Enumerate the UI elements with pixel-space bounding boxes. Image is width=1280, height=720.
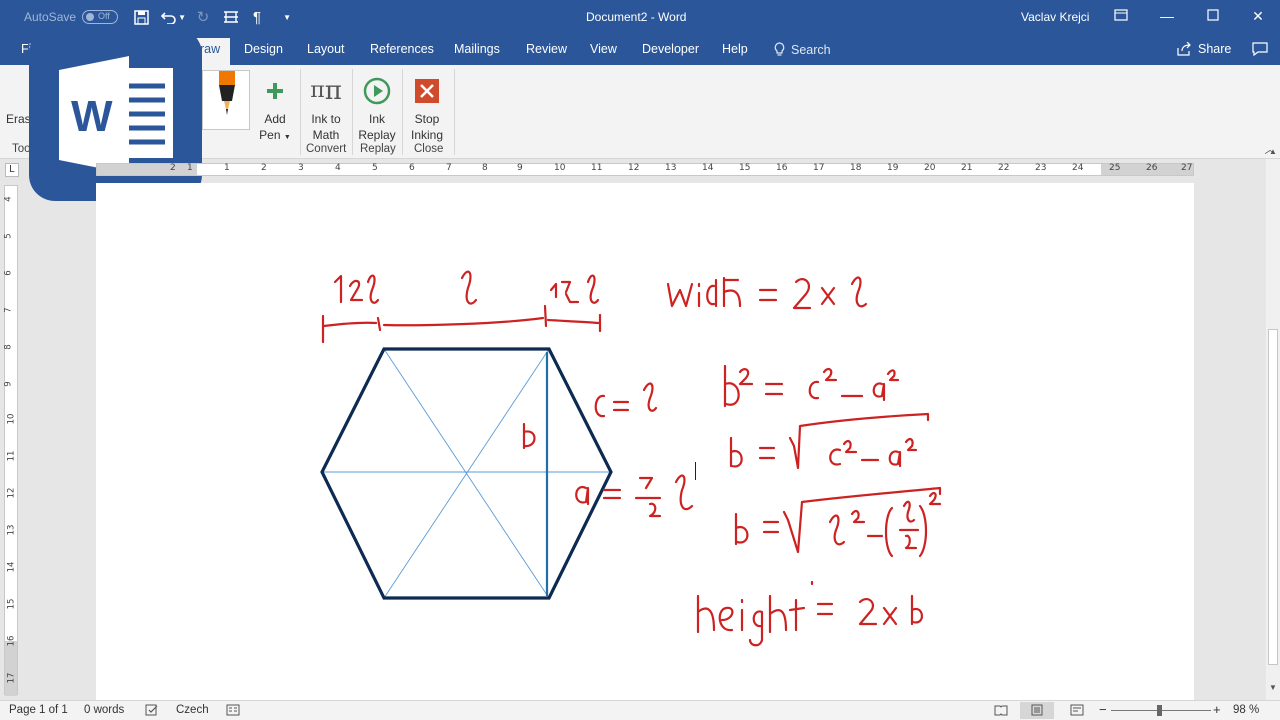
width-dimension-ink (321, 270, 602, 344)
scrollbar-thumb[interactable] (1268, 329, 1278, 665)
pythagoras-ink (723, 364, 900, 408)
hexagon-shape (320, 347, 613, 600)
ink-drawing[interactable] (0, 0, 1280, 720)
b-label-ink (522, 422, 536, 450)
width-formula-ink (666, 276, 868, 310)
zoom-out-icon[interactable]: − (1099, 702, 1107, 717)
b-final-formula-ink (734, 486, 942, 558)
height-formula-ink (696, 580, 923, 647)
c-equals-l-ink (594, 382, 658, 418)
word-count[interactable]: 0 words (84, 704, 124, 716)
page-count[interactable]: Page 1 of 1 (9, 704, 68, 716)
scroll-down-icon[interactable]: ▼ (1269, 683, 1277, 692)
zoom-slider-thumb[interactable] (1157, 705, 1162, 716)
accessibility-icon[interactable] (226, 704, 240, 719)
scroll-up-icon[interactable]: ▲ (1269, 147, 1277, 156)
print-layout-icon[interactable] (1020, 702, 1054, 719)
b-sqrt-formula-ink (729, 412, 930, 470)
proofing-icon[interactable] (145, 704, 159, 719)
text-cursor (695, 462, 696, 480)
language[interactable]: Czech (176, 704, 209, 716)
web-layout-icon[interactable] (1070, 704, 1084, 719)
vertical-scrollbar[interactable]: ▲ ▼ (1266, 147, 1280, 700)
zoom-level[interactable]: 98 % (1233, 704, 1259, 716)
zoom-in-icon[interactable]: + (1213, 702, 1221, 717)
status-bar: Page 1 of 1 0 words Czech − + 98 % (0, 700, 1280, 720)
read-mode-icon[interactable] (994, 704, 1008, 719)
